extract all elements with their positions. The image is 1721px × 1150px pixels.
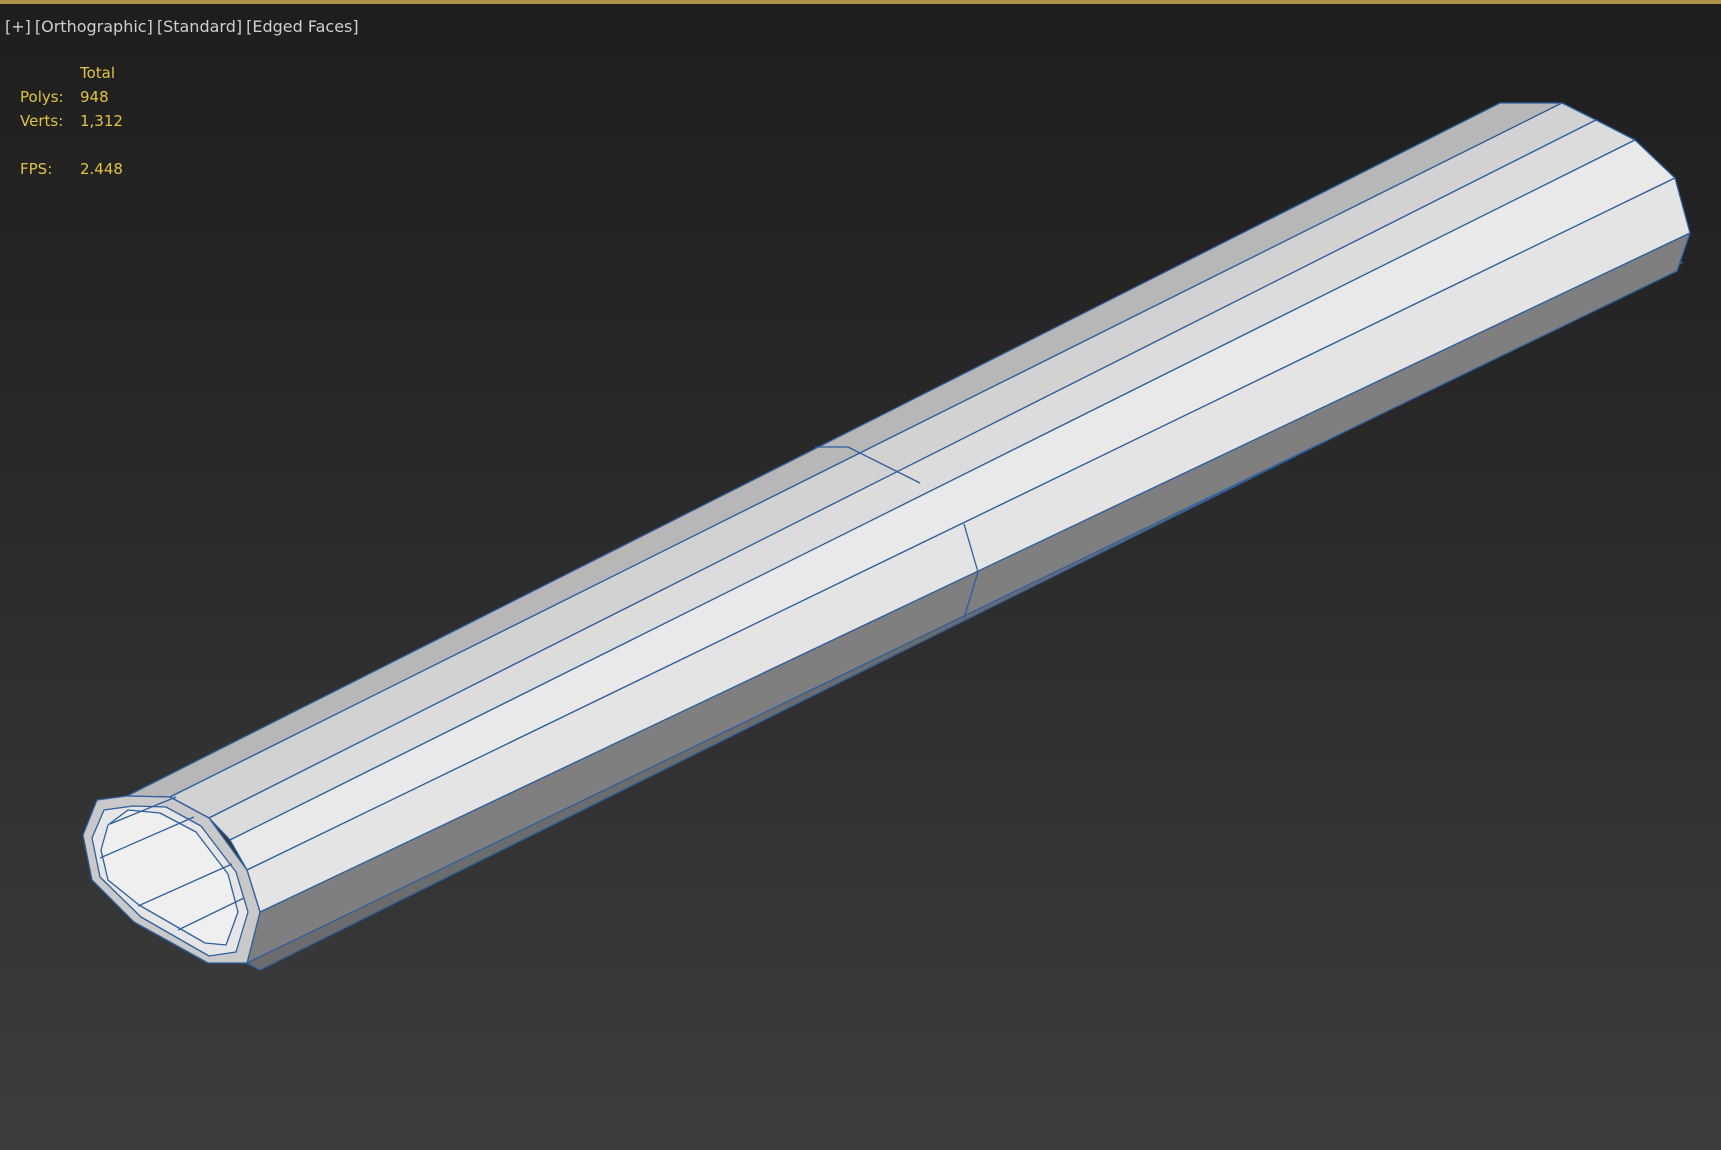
tube-top-back-face <box>126 102 1563 798</box>
tube-upper-face <box>208 119 1636 841</box>
tube-lower-face <box>246 232 1691 964</box>
tube-front-face <box>246 177 1691 913</box>
octagonal-tube-mesh[interactable] <box>82 102 1691 971</box>
tube-front-top-face <box>229 139 1676 871</box>
scene-canvas[interactable] <box>0 0 1721 1150</box>
viewport-orthographic[interactable]: [+] [Orthographic] [Standard] [Edged Fac… <box>0 0 1721 1150</box>
tube-top-face <box>169 102 1597 819</box>
